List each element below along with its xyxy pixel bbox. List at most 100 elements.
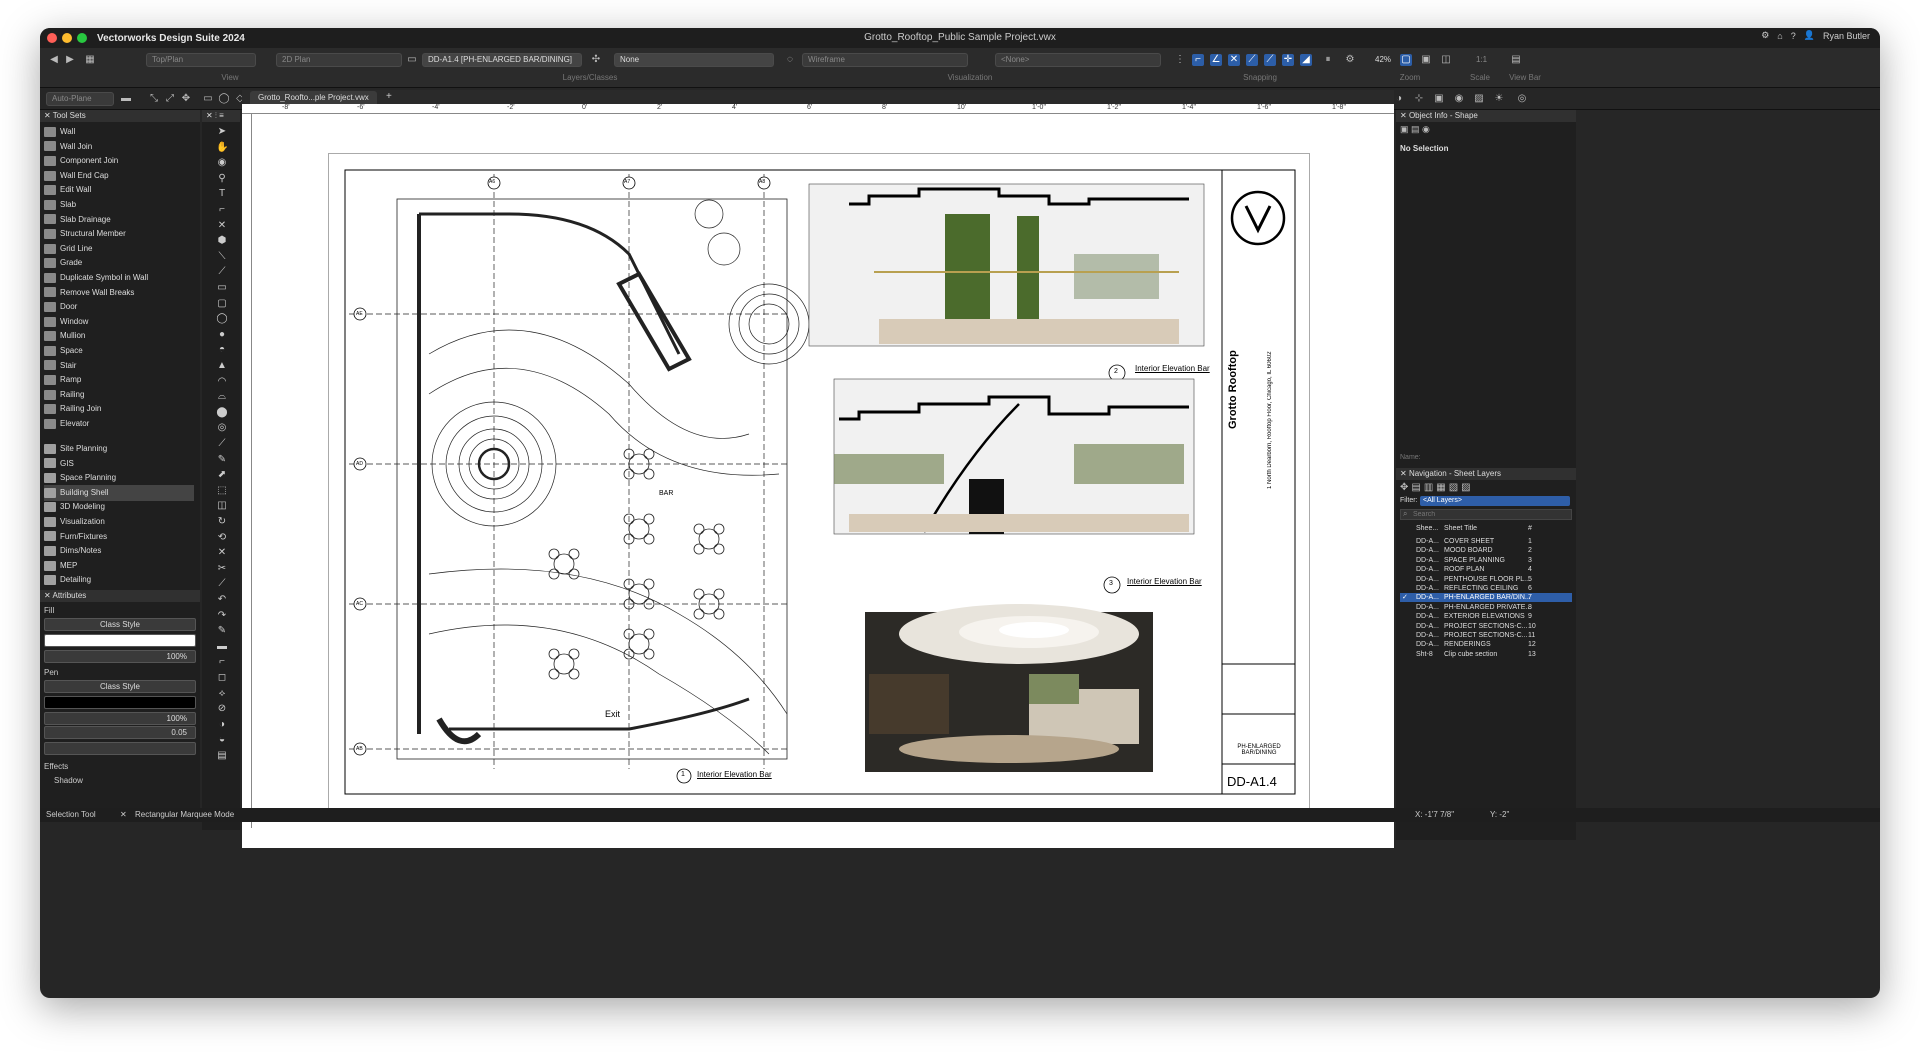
drawing-tool-icon[interactable]: ⌐ [216,204,228,216]
drawing-tool-icon[interactable]: ⟍ [216,251,228,263]
tool-set-item[interactable]: GIS [44,456,194,472]
navigation-tabs[interactable]: ✥▤▥▦▧▨ [1400,482,1474,493]
tool-item[interactable]: Remove Wall Breaks [44,285,194,301]
snap-point-icon[interactable]: ✛ [1282,54,1294,66]
tool-item[interactable]: Structural Member [44,226,194,242]
image-icon[interactable]: ▨ [1473,93,1485,105]
tool-set-item[interactable]: Visualization [44,514,194,530]
drawing-tool-icon[interactable]: ⬤ [216,407,228,419]
pen-style-dropdown[interactable]: Class Style [44,680,196,693]
drawing-tool-icon[interactable]: ⟋ [216,266,228,278]
tool-set-item[interactable]: Building Shell [44,484,194,501]
sheet-layer-row[interactable]: DD-A... REFLECTING CEILING 6 [1400,584,1572,593]
close-panel-icon[interactable]: ✕ [1400,111,1409,120]
globe-icon[interactable]: ◎ [1516,93,1528,105]
drawing-tool-icon[interactable]: ◒ [216,734,228,746]
tool-item[interactable]: Slab [44,197,194,213]
drawing-tool-icon[interactable]: ⟋ [216,578,228,590]
drawing-tool-icon[interactable]: T [216,188,228,200]
contrast-icon[interactable]: ◑ [1393,93,1405,105]
tool-set-item[interactable]: MEP [44,558,194,574]
pen-opacity-field[interactable]: 100% [44,712,196,725]
drawing-tool-icon[interactable]: ✎ [216,454,228,466]
back-arrow-icon[interactable]: ◀ [48,54,60,66]
drawing-tool-icon[interactable]: ▤ [216,750,228,762]
shadow-checkbox[interactable]: Shadow [54,776,83,785]
drawing-tool-icon[interactable]: ● [216,329,228,341]
drawing-tool-icon[interactable]: ⬚ [216,485,228,497]
tool-set-item[interactable]: Dims/Notes [44,543,194,559]
tool-item[interactable]: Stair [44,358,194,374]
drawing-tool-icon[interactable]: ⌓ [216,391,228,403]
class-dropdown[interactable]: None [614,53,774,67]
settings-icon[interactable]: ⚙ [1344,54,1356,66]
drawing-tool-icon[interactable]: ⌐ [216,656,228,668]
snap-angle-icon[interactable]: ∠ [1210,54,1222,66]
snap-edge-icon[interactable]: ◢ [1300,54,1312,66]
pen-color-swatch[interactable] [44,696,196,709]
drawing-tool-icon[interactable]: ◓ [216,344,228,356]
pen-weight-field[interactable]: 0.05 [44,726,196,739]
snap-distance-icon[interactable]: ⟋ [1246,54,1258,66]
drawing-tool-icon[interactable]: ◫ [216,500,228,512]
drawing-tool-icon[interactable]: ⊘ [216,703,228,715]
col-num-header[interactable]: # [1528,524,1532,533]
col-title-header[interactable]: Sheet Title [1444,524,1477,533]
tool-item[interactable]: Grid Line [44,241,194,257]
drawing-tool-icon[interactable]: ⬢ [216,235,228,247]
object-info-tabs[interactable]: ▣ ▤ ◉ [1400,124,1430,135]
line-marker-dropdown[interactable] [44,742,196,755]
tool-item[interactable]: Wall [44,124,194,140]
tool-item[interactable]: Window [44,314,194,330]
tool-set-item[interactable]: 3D Modeling [44,499,194,515]
view-dropdown[interactable]: Top/Plan [146,53,256,67]
tool-item[interactable]: Edit Wall [44,182,194,198]
drawing-tool-icon[interactable]: ↷ [216,610,228,622]
layer-icon[interactable]: ▭ [406,54,418,66]
user-icon[interactable]: 👤 [1804,30,1815,41]
drawing-tool-icon[interactable]: ⬈ [216,469,228,481]
drawing-tool-icon[interactable]: ↶ [216,594,228,606]
drawing-tool-icon[interactable]: ↻ [216,516,228,528]
document-tab[interactable]: Grotto_Roofto...ple Project.vwx [250,91,377,104]
sheet-layer-row[interactable]: DD-A... EXTERIOR ELEVATIONS 9 [1400,612,1572,621]
forward-arrow-icon[interactable]: ▶ [64,54,76,66]
filter-dropdown[interactable]: <All Layers> [1420,496,1570,506]
sheet-layer-row[interactable]: DD-A... COVER SHEET 1 [1400,537,1572,546]
gear-icon[interactable]: ⚙ [1761,30,1769,41]
drawing-tool-icon[interactable]: ◑ [216,719,228,731]
zoom-selection-icon[interactable]: ◫ [1440,54,1452,66]
drawing-tool-icon[interactable]: ◉ [216,157,228,169]
new-tab-button[interactable]: + [386,91,392,102]
render-icon[interactable]: ◌ [784,54,796,66]
plane-dropdown[interactable]: 2D Plan [276,53,402,67]
fill-style-dropdown[interactable]: Class Style [44,618,196,631]
auto-plane-toggle[interactable]: Auto-Plane [46,92,114,106]
tool-set-item[interactable]: Site Planning [44,441,194,457]
home-icon[interactable]: ⌂ [1777,31,1782,41]
select-mode-icon[interactable]: ⤡ [148,93,160,105]
snap-grid-icon[interactable]: ⋮ [1174,54,1186,66]
class-icon[interactable]: ✣ [590,54,602,66]
tool-item[interactable]: Wall Join [44,139,194,155]
sheet-layer-row[interactable]: DD-A... PROJECT SECTIONS-C... 11 [1400,631,1572,640]
rect-marquee-icon[interactable]: ▭ [202,93,214,105]
drawing-tool-icon[interactable]: ▲ [216,360,228,372]
sheet-layer-row[interactable]: DD-A... ROOF PLAN 4 [1400,565,1572,574]
view-icon[interactable]: ▦ [84,54,96,66]
drawing-tool-icon[interactable]: ◯ [216,313,228,325]
sheet-layer-row[interactable]: DD-A... PROJECT SECTIONS-C... 10 [1400,622,1572,631]
tool-item[interactable]: Component Join [44,153,194,169]
light-icon[interactable]: ☀ [1493,93,1505,105]
tool-item[interactable]: Grade [44,255,194,271]
sheet-layer-row[interactable]: DD-A... MOOD BOARD 2 [1400,546,1572,555]
drawing-tool-icon[interactable]: ⟋ [216,438,228,450]
tool-item[interactable]: Wall End Cap [44,168,194,184]
tool-set-item[interactable]: Space Planning [44,470,194,486]
move-mode-icon[interactable]: ✥ [180,93,192,105]
col-sheet-header[interactable]: Shee... [1416,524,1438,533]
close-panel-icon[interactable]: ✕ [44,111,53,120]
tool-item[interactable]: Space [44,343,194,359]
tool-item[interactable]: Railing Join [44,401,194,417]
tool-item[interactable]: Railing [44,387,194,403]
